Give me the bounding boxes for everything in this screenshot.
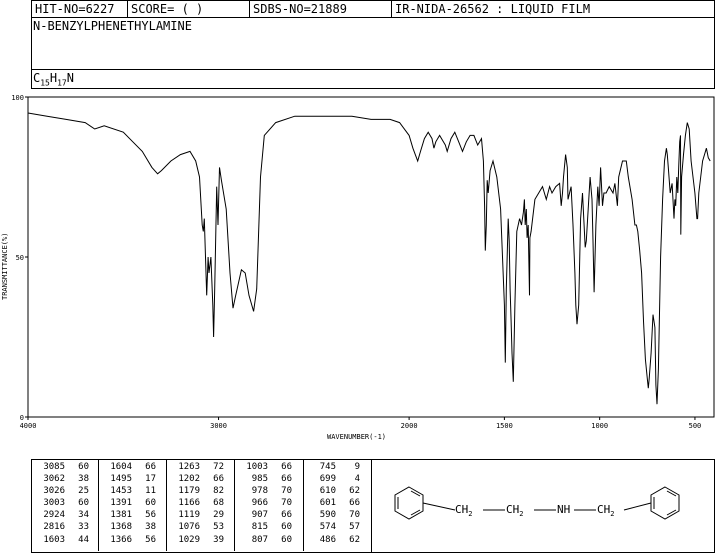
peak-column-divider [166, 459, 167, 551]
peak-transmittance-column: 66 17 11 60 56 38 56 [145, 462, 156, 545]
x-axis-label: WAVENUMBER(-1) [327, 433, 386, 441]
peak-column-divider [303, 459, 304, 551]
peak-wavenumber-column: 1003 985 978 966 907 815 807 [246, 462, 268, 545]
y-axis-label: TRANSMITTANCE(%) [1, 233, 9, 300]
nh-group: NH [557, 503, 570, 516]
ir-spectrum-chart: 0 50 100 4000 3000 2000 1500 1000 500 TRANSMITT… [1, 94, 715, 441]
x-tick-label: 3000 [210, 422, 227, 430]
peak-wavenumber-column: 3085 3062 3026 3003 2924 2816 1603 [43, 462, 65, 545]
peak-column-divider [234, 459, 235, 551]
y-tick-label: 50 [16, 254, 24, 262]
peak-transmittance-column: 66 66 70 70 66 60 60 [281, 462, 292, 545]
spectrum-trace [27, 112, 711, 405]
y-tick-label: 100 [11, 94, 24, 102]
structure-diagram: CH2 CH2 NH CH2 [394, 486, 680, 520]
bond [422, 502, 456, 511]
ch2-group: CH2 [506, 503, 523, 518]
x-tick-label: 2000 [401, 422, 418, 430]
peak-transmittance-column: 9 4 62 66 70 57 62 [349, 462, 360, 545]
peak-transmittance-column: 60 38 25 60 34 33 44 [78, 462, 89, 545]
peak-wavenumber-column: 745 699 610 601 590 574 486 [319, 462, 336, 545]
peak-column-divider [98, 459, 99, 551]
x-tick-label: 1500 [496, 422, 513, 430]
y-tick-label: 0 [20, 414, 24, 422]
ch2-group: CH2 [455, 503, 472, 518]
plot-frame [27, 96, 715, 418]
ch2-group: CH2 [597, 503, 614, 518]
peak-transmittance-column: 72 66 82 68 29 53 39 [213, 462, 224, 545]
x-tick-label: 500 [689, 422, 702, 430]
benzene-ring-left [394, 486, 424, 520]
x-tick-label: 1000 [591, 422, 608, 430]
peak-wavenumber-column: 1263 1202 1179 1166 1119 1076 1029 [178, 462, 200, 545]
x-tick-label: 4000 [20, 422, 37, 430]
benzene-ring-right [650, 486, 680, 520]
peak-wavenumber-column: 1604 1495 1453 1391 1381 1368 1366 [110, 462, 132, 545]
bond [623, 502, 652, 511]
